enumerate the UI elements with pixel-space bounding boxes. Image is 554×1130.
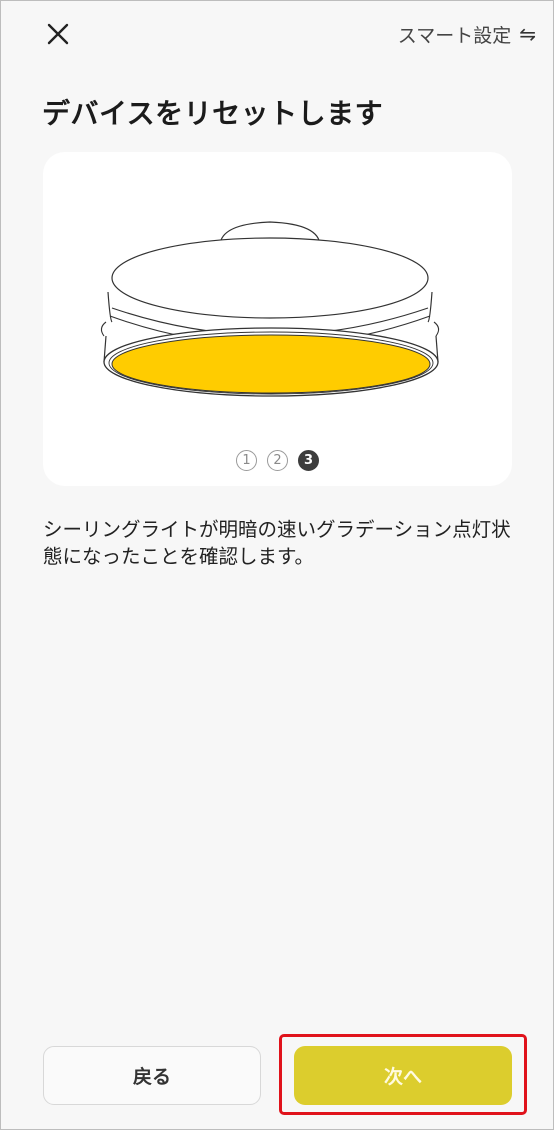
next-button-label: 次へ [383, 1066, 422, 1088]
back-button[interactable]: 戻る [43, 1046, 261, 1105]
instruction-text: シーリングライトが明暗の速いグラデーション点灯状態になったことを確認します。 [43, 518, 511, 568]
smart-settings-label: スマート設定 [397, 24, 512, 47]
smart-settings-link[interactable]: スマート設定 ⇋ [398, 18, 536, 50]
close-icon [47, 23, 69, 45]
illustration-card: 1 2 3 [43, 152, 512, 486]
step-dot-2[interactable]: 2 [267, 450, 288, 471]
close-button[interactable] [38, 14, 78, 54]
next-button[interactable]: 次へ [294, 1046, 512, 1105]
step-indicator: 1 2 3 [43, 450, 512, 471]
ceiling-light-illustration [100, 221, 440, 397]
step-dot-3[interactable]: 3 [298, 450, 319, 471]
back-button-label: 戻る [132, 1066, 171, 1088]
page-title: デバイスをリセットします [42, 97, 384, 130]
swap-icon: ⇋ [519, 22, 536, 46]
step-dot-1[interactable]: 1 [236, 450, 257, 471]
